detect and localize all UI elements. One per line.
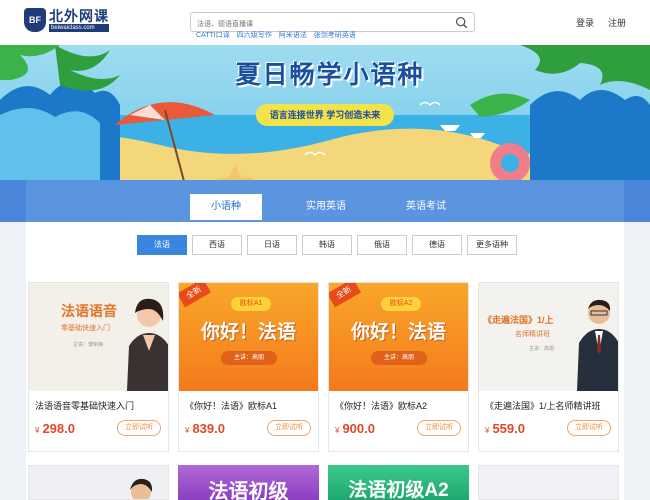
hot-link-kaoyan[interactable]: 张剑考研英语 [314, 30, 356, 40]
top-header: BF 北外网课 beiwaiclass.com CATTI口译 四六级写作 阿米… [0, 0, 650, 45]
new-tag: 全新 [329, 283, 361, 308]
price-value: 559.0 [492, 421, 525, 436]
teacher-photo [130, 478, 153, 499]
hot-link-grammar[interactable]: 阿米语法 [279, 30, 307, 40]
logo-title: 北外网课 [49, 8, 109, 24]
course-card[interactable]: 全新 欧标A2 你好！法语 主讲：高朋 《你好！法语》欧标A2 ¥900.0 立… [328, 282, 469, 452]
try-listen-button[interactable]: 立即试听 [267, 420, 311, 436]
category-tabbar: 小语种 实用英语 英语考试 [0, 180, 650, 222]
course-card[interactable]: 《走遍法国》1/上 名师精讲班 主讲：高朋 《走遍法国》1/上名师精讲班 ¥55… [478, 282, 619, 452]
course-thumbnail: 《走遍法国》1/上 名师精讲班 主讲：高朋 [479, 283, 618, 391]
course-price: ¥900.0 [335, 421, 375, 436]
course-thumbnail: 法语语音 零基础快速入门 主讲：傅荣梅 [29, 283, 168, 391]
course-thumbnail: 全新 欧标A1 你好！法语 主讲：高朋 [179, 283, 318, 391]
register-link[interactable]: 注册 [608, 16, 626, 29]
course-card[interactable]: 全新 欧标A1 你好！法语 主讲：高朋 《你好！法语》欧标A1 ¥839.0 立… [178, 282, 319, 452]
tab-minor-languages[interactable]: 小语种 [190, 194, 262, 220]
hot-search-links: CATTI口译 四六级写作 阿米语法 张剑考研英语 [196, 30, 356, 40]
currency-symbol: ¥ [35, 426, 40, 435]
thumb-teacher: 主讲：高朋 [371, 351, 427, 365]
login-link[interactable]: 登录 [576, 16, 594, 29]
hot-link-catti[interactable]: CATTI口译 [196, 30, 230, 40]
try-listen-button[interactable]: 立即试听 [117, 420, 161, 436]
thumb-level: 欧标A1 [231, 297, 271, 311]
site-logo[interactable]: BF 北外网课 beiwaiclass.com [24, 8, 109, 32]
course-title: 《你好！法语》欧标A1 [185, 401, 278, 411]
price-value: 900.0 [342, 421, 375, 436]
currency-symbol: ¥ [335, 426, 340, 435]
filter-russian[interactable]: 俄语 [357, 235, 407, 255]
filter-spanish[interactable]: 西语 [192, 235, 242, 255]
price-value: 298.0 [42, 421, 75, 436]
course-price: ¥839.0 [185, 421, 225, 436]
currency-symbol: ¥ [185, 426, 190, 435]
course-title: 法语语音零基础快速入门 [35, 401, 135, 411]
course-price: ¥298.0 [35, 421, 75, 436]
course-card[interactable]: 法语初级A2 [328, 465, 469, 500]
course-card[interactable]: 法语语音 零基础快速入门 主讲：傅荣梅 法语语音零基础快速入门 ¥298.0 立… [28, 282, 169, 452]
auth-links: 登录 注册 [576, 16, 626, 29]
filter-french[interactable]: 法语 [137, 235, 187, 255]
thumb-title: 你好！法语 [350, 322, 446, 343]
language-filter: 法语 西语 日语 韩语 俄语 德语 更多语种 [137, 235, 517, 255]
search-box [190, 12, 475, 34]
thumb-title: 《走遍法国》1/上 [483, 315, 554, 325]
thumb-title: 法语初级A2 [348, 480, 449, 500]
search-icon[interactable] [455, 16, 468, 29]
price-value: 839.0 [192, 421, 225, 436]
thumb-subtitle: 名师精讲班 [515, 331, 550, 338]
logo-shield-icon: BF [24, 8, 46, 32]
hot-link-cet[interactable]: 四六级写作 [237, 30, 272, 40]
thumb-teacher: 主讲：傅荣梅 [73, 342, 104, 348]
course-card[interactable] [28, 465, 169, 500]
currency-symbol: ¥ [485, 426, 490, 435]
thumb-teacher: 主讲：高朋 [221, 351, 277, 365]
try-listen-button[interactable]: 立即试听 [417, 420, 461, 436]
thumb-subtitle: 零基础快速入门 [61, 325, 110, 332]
course-thumbnail: 全新 欧标A2 你好！法语 主讲：高朋 [329, 283, 468, 391]
course-title: 《你好！法语》欧标A2 [335, 401, 428, 411]
banner-title: 夏日畅学小语种 [235, 61, 425, 89]
course-card[interactable]: 法语初级 [178, 465, 319, 500]
thumb-title: 法语初级 [208, 481, 289, 500]
filter-korean[interactable]: 韩语 [302, 235, 352, 255]
course-price: ¥559.0 [485, 421, 525, 436]
filter-german[interactable]: 德语 [412, 235, 462, 255]
thumb-level: 欧标A2 [381, 297, 421, 311]
thumb-teacher: 主讲：高朋 [529, 346, 555, 352]
thumb-title: 法语语音 [61, 303, 117, 319]
course-title: 《走遍法国》1/上名师精讲班 [485, 401, 601, 411]
thumb-title: 你好！法语 [200, 322, 296, 343]
logo-domain: beiwaiclass.com [49, 24, 109, 32]
new-tag: 全新 [179, 283, 211, 308]
course-card[interactable] [478, 465, 619, 500]
tab-practical-english[interactable]: 实用英语 [290, 194, 362, 220]
try-listen-button[interactable]: 立即试听 [567, 420, 611, 436]
teacher-photo [577, 299, 618, 391]
teacher-photo [127, 298, 168, 391]
summer-banner[interactable]: 夏日畅学小语种 语言连接世界 学习创造未来 [0, 45, 650, 195]
banner-subtitle: 语言连接世界 学习创造未来 [256, 104, 394, 126]
filter-japanese[interactable]: 日语 [247, 235, 297, 255]
filter-more-languages[interactable]: 更多语种 [467, 235, 517, 255]
tab-english-exams[interactable]: 英语考试 [390, 194, 462, 220]
